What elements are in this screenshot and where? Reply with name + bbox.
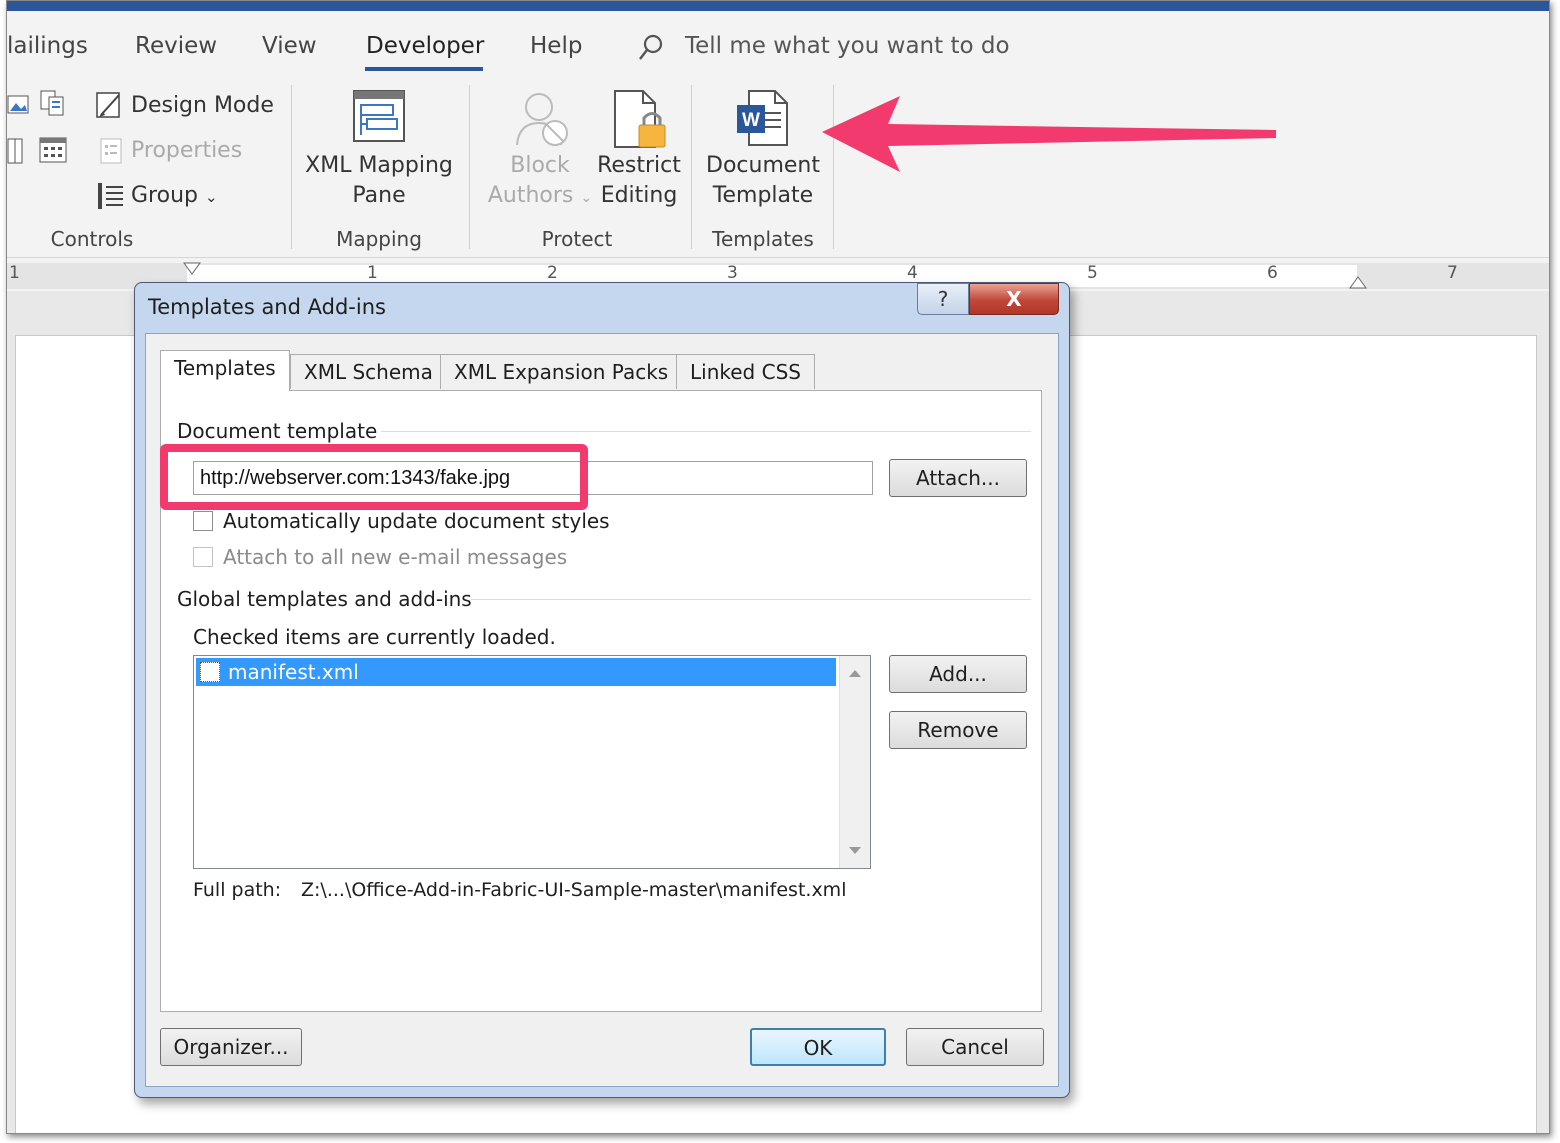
global-templates-list[interactable]: manifest.xml <box>193 655 871 869</box>
search-icon[interactable] <box>637 33 665 67</box>
group-label-controls: Controls <box>50 227 134 251</box>
tab-xml-expansion-packs[interactable]: XML Expansion Packs <box>440 354 683 389</box>
ruler-mark: 3 <box>727 263 738 283</box>
list-item[interactable]: manifest.xml <box>196 658 836 686</box>
add-button-label: Add... <box>929 662 987 686</box>
help-button[interactable]: ? <box>917 283 969 315</box>
ribbon-separator <box>833 85 834 249</box>
scroll-up-icon[interactable] <box>848 664 862 683</box>
active-tab-indicator <box>365 67 483 71</box>
ok-button-label: OK <box>803 1036 833 1060</box>
group-label-templates: Templates <box>712 227 814 251</box>
organizer-button-label: Organizer... <box>173 1035 289 1059</box>
list-scrollbar[interactable] <box>839 656 870 868</box>
xml-mapping-label-line1: XML Mapping <box>305 153 453 178</box>
remove-button-label: Remove <box>917 718 999 742</box>
ruler-mark: 1 <box>367 263 378 283</box>
attach-all-label: Attach to all new e-mail messages <box>223 545 568 569</box>
scroll-down-icon[interactable] <box>848 841 862 860</box>
date-picker-icon[interactable] <box>39 135 67 163</box>
ruler-mark: 6 <box>1267 263 1278 283</box>
restrict-editing-line1: Restrict <box>597 153 681 178</box>
tab-view[interactable]: View <box>262 33 317 59</box>
auto-update-label: Automatically update document styles <box>223 509 610 533</box>
ruler-mark: 7 <box>1447 263 1458 283</box>
list-item-checkbox[interactable] <box>200 662 220 682</box>
dialog-title: Templates and Add-ins <box>148 295 386 319</box>
organizer-button[interactable]: Organizer... <box>160 1028 302 1066</box>
xml-mapping-icon <box>351 89 409 149</box>
image-control-icon[interactable] <box>7 93 31 117</box>
first-line-indent-marker[interactable] <box>183 261 201 280</box>
block-authors-line2: Authors <box>487 183 574 208</box>
block-authors-line2-wrap: Authors ⌄ <box>485 181 595 213</box>
legacy-tools-icon[interactable] <box>7 137 31 164</box>
design-mode-button[interactable]: Design Mode <box>131 93 274 118</box>
remove-button[interactable]: Remove <box>889 711 1027 749</box>
tab-help[interactable]: Help <box>530 33 582 59</box>
word-document-template-icon: W <box>735 89 791 153</box>
tab-linked-css[interactable]: Linked CSS <box>676 354 815 389</box>
checked-note: Checked items are currently loaded. <box>193 625 556 649</box>
ribbon: Design Mode Properties Group ⌄ Controls … <box>7 79 1549 258</box>
section-divider <box>471 599 1031 600</box>
templates-addins-dialog: Templates and Add-ins ? X Templates XML … <box>134 282 1070 1098</box>
ruler-mark: 5 <box>1087 263 1098 283</box>
group-label-mapping: Mapping <box>336 227 422 251</box>
document-template-line1: Document <box>706 153 820 178</box>
block-authors-icon <box>513 89 573 153</box>
document-template-line2: Template <box>712 183 814 208</box>
attach-button[interactable]: Attach... <box>889 459 1027 497</box>
svg-text:W: W <box>742 110 760 131</box>
document-template-section-label: Document template <box>177 419 386 443</box>
annotation-highlight-box <box>160 444 588 510</box>
title-bar-strip <box>7 1 1549 11</box>
chevron-down-icon: ⌄ <box>204 188 218 206</box>
full-path-label: Full path: <box>193 879 282 901</box>
restrict-editing-icon <box>611 89 671 155</box>
ribbon-tab-bar: lailings Review View Developer Help Tell… <box>7 11 1549 79</box>
ruler-mark: 1 <box>9 263 20 283</box>
section-divider <box>381 431 1031 432</box>
ruler-mark: 2 <box>547 263 558 283</box>
full-path-value: Z:\...\Office-Add-in-Fabric-UI-Sample-ma… <box>301 879 847 901</box>
attach-all-row: Attach to all new e-mail messages <box>193 545 567 569</box>
block-authors-line1: Block <box>510 153 570 178</box>
properties-button[interactable]: Properties <box>131 138 242 163</box>
close-button[interactable]: X <box>969 283 1059 315</box>
tell-me-search[interactable]: Tell me what you want to do <box>685 33 1010 59</box>
group-icon <box>95 181 123 209</box>
tab-xml-schema[interactable]: XML Schema <box>290 354 447 389</box>
tab-templates[interactable]: Templates <box>160 350 290 391</box>
xml-mapping-label-line2: Pane <box>352 183 406 208</box>
restrict-editing-line2: Editing <box>600 183 678 208</box>
attach-button-label: Attach... <box>915 466 1000 490</box>
properties-icon <box>99 137 123 164</box>
ribbon-separator <box>291 85 292 249</box>
auto-update-row[interactable]: Automatically update document styles <box>193 509 610 533</box>
cancel-button[interactable]: Cancel <box>906 1028 1044 1066</box>
group-label-protect: Protect <box>541 227 613 251</box>
cancel-button-label: Cancel <box>941 1035 1009 1059</box>
add-button[interactable]: Add... <box>889 655 1027 693</box>
tab-developer[interactable]: Developer <box>366 33 484 59</box>
xml-mapping-pane-button[interactable]: XML Mapping Pane <box>299 151 459 211</box>
ok-button[interactable]: OK <box>750 1028 886 1066</box>
global-section-label: Global templates and add-ins <box>177 587 480 611</box>
design-mode-icon <box>95 91 120 118</box>
tab-mailings[interactable]: lailings <box>7 33 88 59</box>
tab-review[interactable]: Review <box>135 33 217 59</box>
ruler-mark: 4 <box>907 263 918 283</box>
auto-update-checkbox[interactable] <box>193 511 213 531</box>
group-button[interactable]: Group ⌄ <box>131 183 218 208</box>
ribbon-separator <box>469 85 470 249</box>
attach-all-checkbox <box>193 547 213 567</box>
group-button-label: Group <box>131 183 198 208</box>
document-template-button[interactable]: Document Template <box>703 151 823 211</box>
building-block-icon[interactable] <box>39 89 64 116</box>
restrict-editing-button[interactable]: Restrict Editing <box>589 151 689 211</box>
ribbon-separator <box>691 85 692 249</box>
list-item-label: manifest.xml <box>228 660 359 684</box>
block-authors-button[interactable]: Block Authors ⌄ <box>485 151 595 213</box>
